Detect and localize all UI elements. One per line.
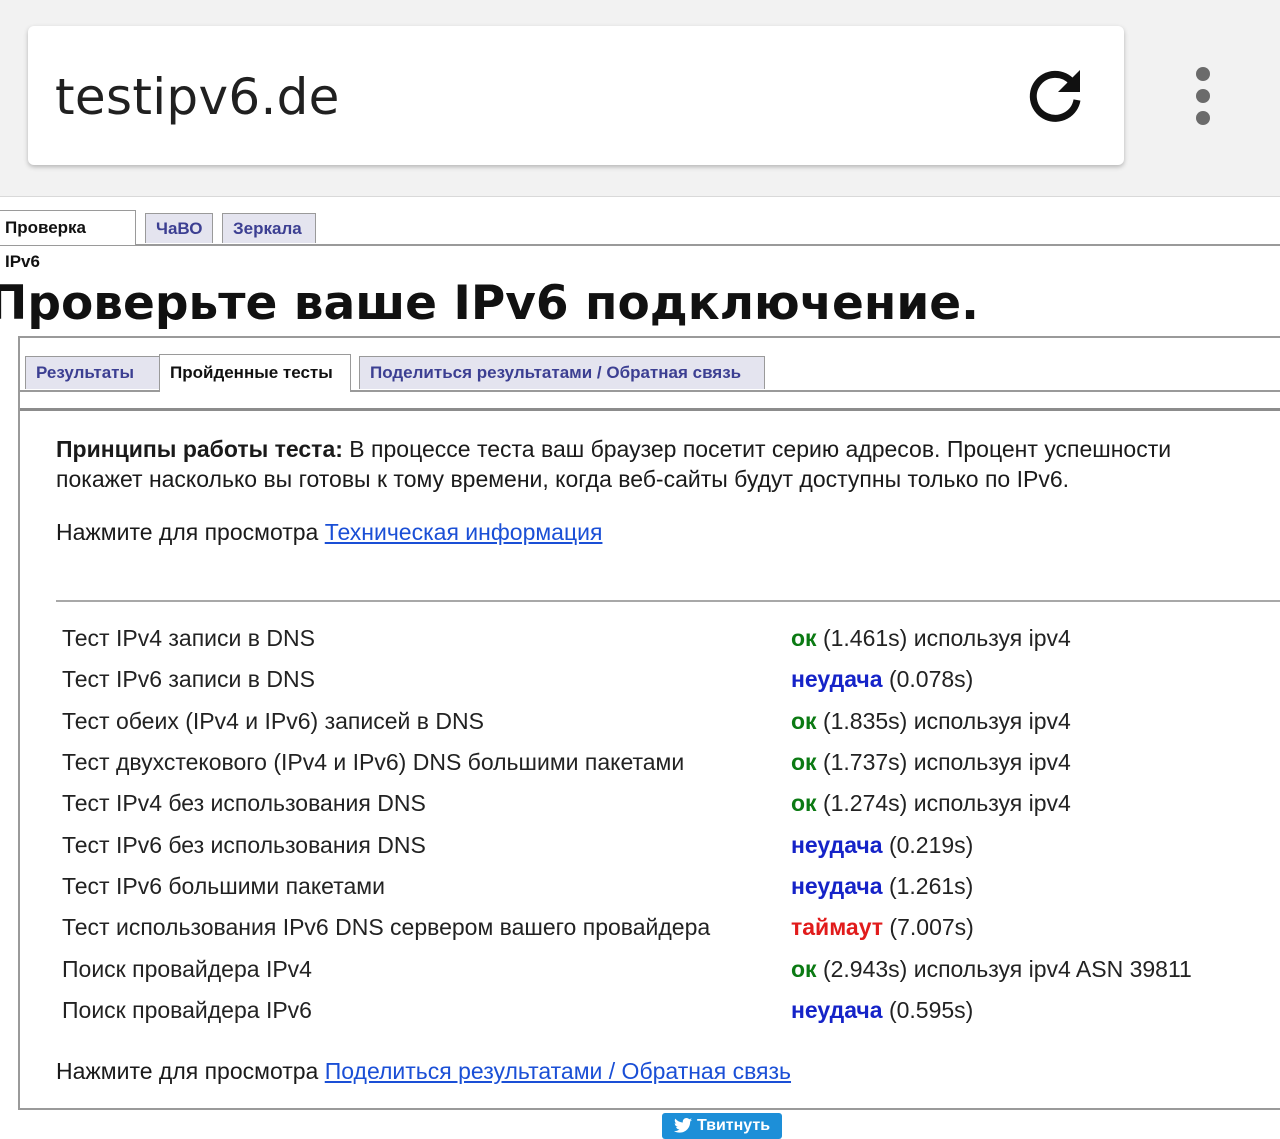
reload-icon[interactable] — [1022, 62, 1088, 128]
divider — [56, 600, 1280, 602]
tech-info-link[interactable]: Техническая информация — [325, 519, 603, 545]
test-detail: (1.835s) используя ipv4 — [816, 707, 1071, 734]
test-status: неудача — [791, 872, 883, 899]
tab-faq[interactable]: ЧаВО — [145, 213, 213, 243]
test-name: Тест IPv4 записи в DNS — [62, 625, 315, 652]
test-name: Тест IPv6 записи в DNS — [62, 666, 315, 693]
test-row: Тест IPv4 записи в DNS ок (1.461s) исполь… — [62, 618, 1192, 659]
twitter-bird-icon — [673, 1118, 692, 1133]
test-detail: (7.007s) — [883, 914, 974, 941]
test-row: Тест IPv6 большими пакетами неудача (1.26… — [62, 866, 1192, 907]
test-row: Тест IPv6 без использования DNS неудача (… — [62, 824, 1192, 865]
test-result: ок (2.943s) используя ipv4 ASN 39811 — [791, 948, 1192, 989]
tab-share-feedback[interactable]: Поделиться результатами / Обратная связь — [359, 356, 765, 389]
test-status: неудача — [791, 666, 883, 693]
browser-toolbar: testipv6.de — [0, 0, 1280, 197]
results-panel: Результаты Пройденные тесты Поделиться р… — [18, 336, 1280, 1110]
test-status: ок — [791, 955, 817, 982]
test-name: Тест IPv6 без использования DNS — [62, 831, 426, 858]
test-detail: (0.078s) — [882, 666, 974, 693]
test-name: Тест IPv4 без использования DNS — [62, 790, 426, 817]
test-result: ок (1.274s) используя ipv4 — [791, 783, 1192, 824]
explanation-block: Принципы работы теста: В процессе теста … — [56, 434, 1256, 547]
url-text[interactable]: testipv6.de — [55, 68, 340, 126]
share-line: Нажмите для просмотра Поделиться результ… — [56, 1058, 791, 1085]
test-status: ок — [791, 790, 817, 817]
tech-info-line: Нажмите для просмотра Техническая информ… — [56, 517, 1256, 547]
test-result: неудача (0.595s) — [791, 990, 1192, 1031]
test-detail: (2.943s) используя ipv4 ASN 39811 — [816, 955, 1192, 982]
test-detail: (1.461s) используя ipv4 — [816, 625, 1071, 652]
test-status: ок — [791, 749, 817, 776]
more-vert-icon[interactable] — [1186, 64, 1220, 130]
test-result: неудача (1.261s) — [791, 866, 1192, 907]
tab-ipv6-test[interactable]: Проверка IPv6 — [0, 210, 136, 271]
test-result: ок (1.835s) используя ipv4 — [791, 701, 1192, 742]
test-row: Тест IPv4 без использования DNS ок (1.274… — [62, 783, 1192, 824]
explanation-text: Принципы работы теста: В процессе теста … — [56, 434, 1256, 494]
test-result: таймаут (7.007s) — [791, 907, 1192, 948]
test-detail: (1.737s) используя ipv4 — [816, 749, 1071, 776]
tabs-divider — [20, 408, 1280, 411]
test-row: Тест IPv6 записи в DNS неудача (0.078s) — [62, 659, 1192, 700]
tab-mirrors[interactable]: Зеркала — [222, 213, 316, 243]
test-result: неудача (0.078s) — [791, 659, 1192, 700]
test-detail: (0.595s) — [882, 996, 974, 1023]
test-name: Тест обеих (IPv4 и IPv6) записей в DNS — [62, 707, 484, 734]
site-tabs: Проверка IPv6 ЧаВО Зеркала — [0, 210, 1280, 271]
test-detail: (1.261s) — [882, 872, 974, 899]
tech-info-prefix: Нажмите для просмотра — [56, 519, 325, 545]
test-result: неудача (0.219s) — [791, 824, 1192, 865]
test-name: Тест IPv6 большими пакетами — [62, 872, 385, 899]
tab-tests-run[interactable]: Пройденные тесты — [159, 354, 351, 392]
test-status: неудача — [791, 996, 883, 1023]
test-name: Поиск провайдера IPv4 — [62, 955, 312, 982]
test-row: Тест двухстекового (IPv4 и IPv6) DNS бол… — [62, 742, 1192, 783]
share-feedback-link[interactable]: Поделиться результатами / Обратная связь — [325, 1058, 791, 1084]
result-tabs: Результаты Пройденные тесты Поделиться р… — [20, 354, 1280, 392]
test-name: Поиск провайдера IPv6 — [62, 996, 312, 1023]
test-row: Поиск провайдера IPv4 ок (2.943s) использ… — [62, 948, 1192, 989]
test-status: таймаут — [791, 914, 884, 941]
tab-results[interactable]: Результаты — [25, 356, 167, 389]
share-prefix: Нажмите для просмотра — [56, 1058, 325, 1084]
explanation-heading: Принципы работы теста: — [56, 436, 343, 462]
test-status: ок — [791, 625, 817, 652]
tests-table: Тест IPv4 записи в DNS ок (1.461s) исполь… — [62, 618, 1192, 1031]
test-status: ок — [791, 707, 817, 734]
test-result: ок (1.737s) используя ipv4 — [791, 742, 1192, 783]
test-detail: (1.274s) используя ipv4 — [816, 790, 1071, 817]
tweet-button[interactable]: Твитнуть — [662, 1113, 782, 1139]
test-row: Тест обеих (IPv4 и IPv6) записей в DNS ок… — [62, 701, 1192, 742]
tweet-label: Твитнуть — [696, 1117, 771, 1134]
test-name: Тест использования IPv6 DNS сервером ваш… — [62, 914, 711, 941]
test-row: Тест использования IPv6 DNS сервером ваш… — [62, 907, 1192, 948]
test-row: Поиск провайдера IPv6 неудача (0.595s) — [62, 990, 1192, 1031]
test-detail: (0.219s) — [882, 831, 974, 858]
test-result: ок (1.461s) используя ipv4 — [791, 618, 1192, 659]
address-bar[interactable]: testipv6.de — [28, 26, 1124, 165]
test-name: Тест двухстекового (IPv4 и IPv6) DNS бол… — [62, 749, 685, 776]
page-title: Проверьте ваше IPv6 подключение. — [0, 276, 979, 331]
test-status: неудача — [791, 831, 883, 858]
